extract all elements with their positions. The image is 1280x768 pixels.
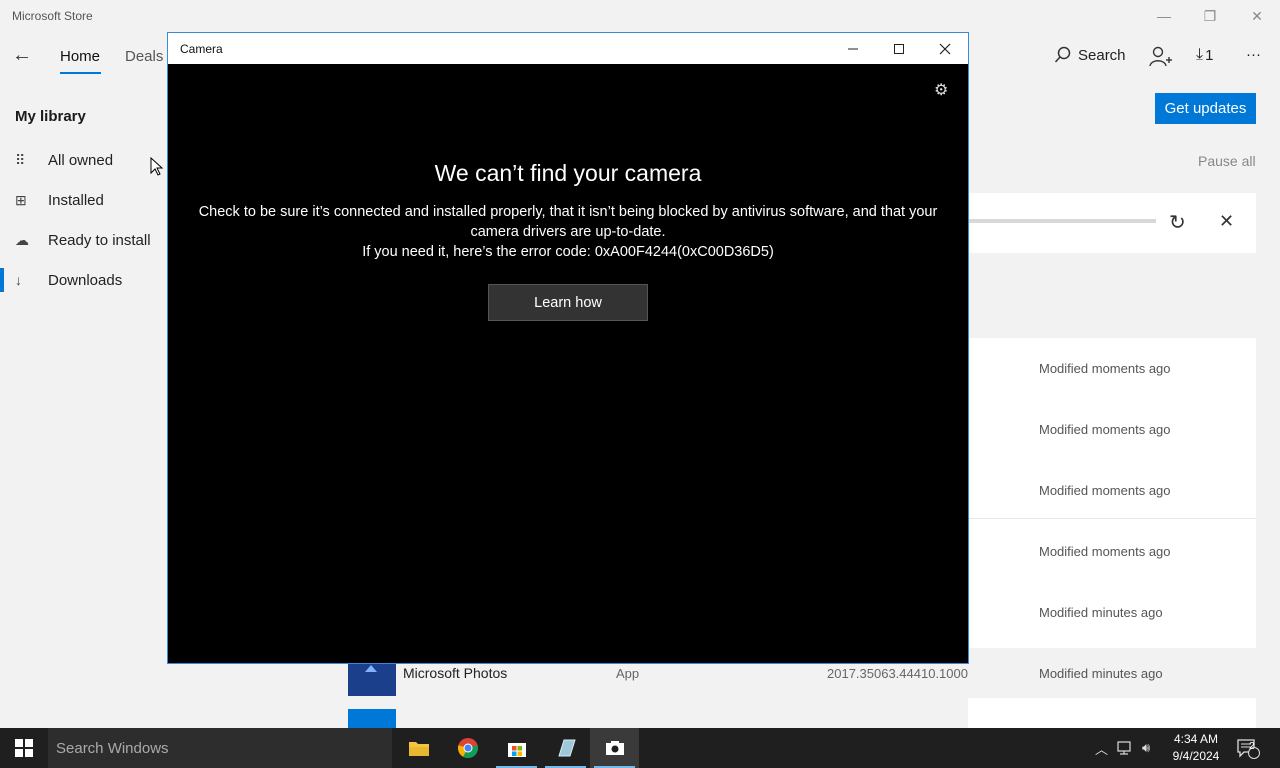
back-button[interactable]: ← (12, 44, 32, 67)
camera-window: Camera ⚙ We can’t find your camera Check… (167, 32, 969, 664)
app-version: 2017.35063.44410.1000 (827, 666, 968, 681)
clock-time: 4:34 AM (1173, 732, 1219, 746)
sidebar-item-ready-to-install[interactable]: ☁ Ready to install (15, 228, 151, 252)
error-message-detail: Check to be sure it’s connected and inst… (198, 204, 938, 240)
grid-icon: ⠿ (15, 151, 26, 168)
chrome-icon (457, 738, 478, 759)
download-progress-card (968, 193, 1256, 253)
store-icon (507, 743, 526, 757)
camera-icon (605, 741, 624, 755)
taskbar: Search Windows ︿ 🔊︎ 4:34 AM 9/4/2024 2 (0, 728, 1280, 768)
downloads-count: 1 (1205, 46, 1214, 64)
minimize-icon (848, 48, 858, 50)
network-icon[interactable] (1117, 728, 1135, 768)
windows-logo-icon (15, 739, 33, 757)
start-button[interactable] (0, 728, 48, 768)
taskbar-app[interactable] (541, 728, 590, 768)
camera-maximize-button[interactable] (879, 37, 919, 61)
show-hidden-icons-button[interactable]: ︿ (1095, 728, 1108, 768)
download-progress-bar (968, 219, 1156, 223)
mouse-cursor-icon (150, 157, 164, 176)
notification-count: 2 (1249, 741, 1255, 752)
add-user-icon (1149, 46, 1172, 67)
volume-icon[interactable]: 🔊︎ (1142, 728, 1150, 768)
taskbar-chrome[interactable] (443, 728, 492, 768)
taskbar-store[interactable] (492, 728, 541, 768)
app-tile (348, 709, 396, 728)
download-icon: ↓ (15, 272, 22, 288)
notification-icon (1237, 739, 1260, 759)
app-name: Microsoft Photos (403, 665, 508, 681)
sidebar-item-installed[interactable]: ⊞ Installed (15, 188, 104, 212)
error-message: Check to be sure it’s connected and inst… (178, 202, 958, 262)
search-button[interactable]: Search (1054, 46, 1126, 64)
clock-date: 9/4/2024 (1172, 749, 1220, 763)
camera-titlebar: Camera (168, 33, 968, 64)
sidebar-active-indicator (0, 268, 4, 292)
pause-all-button[interactable]: Pause all (1198, 153, 1256, 169)
modified-status: Modified minutes ago (1039, 666, 1163, 681)
maximize-icon (894, 44, 904, 54)
installed-icon: ⊞ (15, 191, 27, 208)
app-type: App (616, 666, 640, 681)
tab-deals[interactable]: Deals (125, 48, 163, 65)
sidebar-item-downloads[interactable]: ↓ Downloads (15, 268, 122, 292)
app-icon (557, 739, 576, 757)
sidebar-item-label: All owned (48, 151, 114, 169)
downloads-button[interactable]: ⤓ 1 (1196, 46, 1213, 64)
taskbar-search-box[interactable]: Search Windows (48, 728, 392, 768)
get-updates-button[interactable]: Get updates (1155, 93, 1256, 124)
download-arrow-icon: ⤓ (1196, 46, 1204, 63)
sidebar-item-label: Ready to install (48, 231, 151, 249)
action-center-button[interactable]: 2 (1236, 728, 1260, 768)
modified-status: Modified moments ago (1039, 544, 1171, 559)
chevron-up-icon: ︿ (1095, 741, 1109, 757)
speaker-icon: 🔊︎ (1142, 740, 1151, 755)
store-restore-button[interactable]: ❐ (1195, 8, 1225, 25)
camera-window-title: Camera (180, 42, 223, 56)
modified-status: Modified moments ago (1039, 483, 1171, 498)
tab-home-indicator (60, 72, 101, 74)
list-divider (968, 518, 1256, 519)
modified-status: Modified moments ago (1039, 361, 1171, 376)
sidebar-item-label: Installed (48, 191, 104, 209)
more-button[interactable]: ··· (1246, 46, 1261, 63)
account-button[interactable] (1149, 46, 1173, 68)
store-minimize-button[interactable]: — (1149, 8, 1179, 24)
close-icon (939, 43, 951, 55)
sidebar-item-all-owned[interactable]: ⠿ All owned (15, 148, 113, 172)
taskbar-clock[interactable]: 4:34 AM 9/4/2024 (1168, 731, 1224, 765)
taskbar-camera[interactable] (590, 728, 639, 768)
error-code: If you need it, here’s the error code: 0… (362, 244, 774, 260)
camera-minimize-button[interactable] (833, 37, 873, 61)
retry-icon[interactable]: ↻ (1169, 210, 1186, 235)
cancel-download-icon[interactable]: ✕ (1219, 211, 1234, 232)
store-window-title: Microsoft Store (12, 9, 93, 23)
tab-home[interactable]: Home (60, 48, 100, 65)
cloud-icon: ☁ (15, 231, 29, 248)
sidebar-item-label: Downloads (48, 271, 123, 289)
settings-gear-icon[interactable]: ⚙ (934, 80, 948, 100)
camera-close-button[interactable] (925, 37, 965, 61)
folder-icon (408, 742, 429, 756)
error-heading: We can’t find your camera (434, 160, 702, 186)
learn-how-button[interactable]: Learn how (488, 284, 648, 321)
search-icon (1054, 46, 1071, 63)
store-close-button[interactable]: ✕ (1242, 8, 1272, 25)
modified-status: Modified minutes ago (1039, 605, 1163, 620)
taskbar-file-explorer[interactable] (394, 728, 443, 768)
modified-status: Modified moments ago (1039, 422, 1171, 437)
network-glyph (1117, 741, 1131, 755)
search-label: Search (1078, 46, 1126, 64)
sidebar-title: My library (15, 108, 86, 125)
